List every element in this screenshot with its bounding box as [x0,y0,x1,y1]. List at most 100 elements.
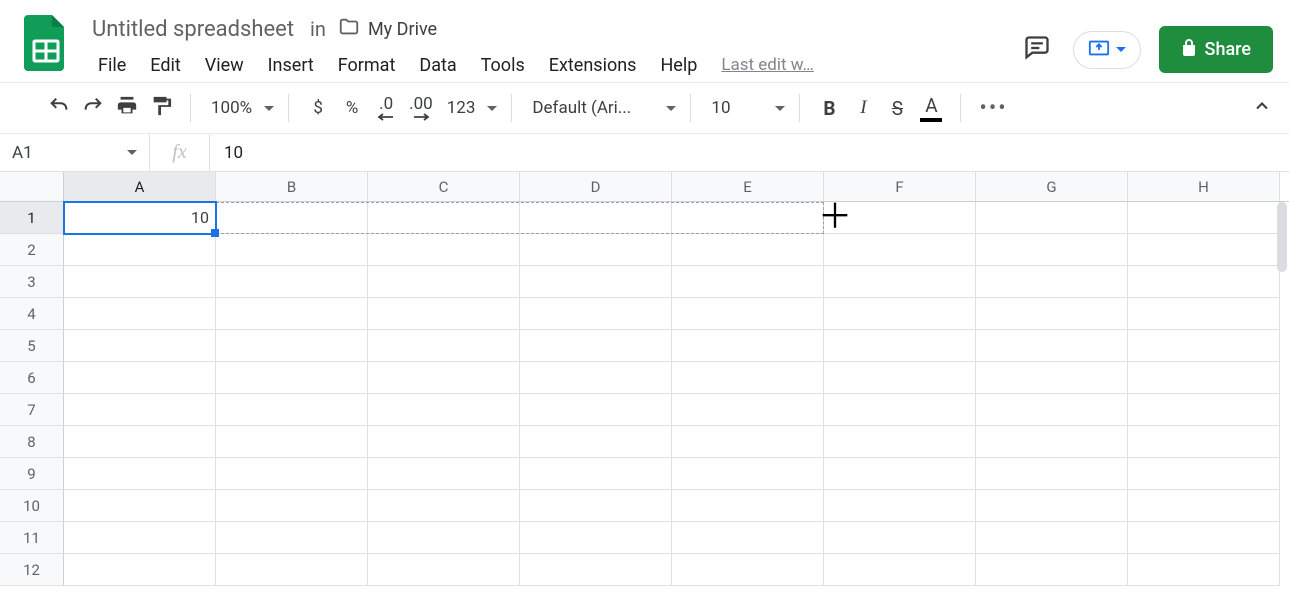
cell-B7[interactable] [216,394,368,426]
cell-F11[interactable] [824,522,976,554]
cell-B10[interactable] [216,490,368,522]
row-header-5[interactable]: 5 [0,330,64,362]
cell-B2[interactable] [216,234,368,266]
cell-A11[interactable] [64,522,216,554]
column-header-F[interactable]: F [824,172,976,201]
cell-G2[interactable] [976,234,1128,266]
cell-F3[interactable] [824,266,976,298]
cell-G10[interactable] [976,490,1128,522]
cell-D6[interactable] [520,362,672,394]
cell-F6[interactable] [824,362,976,394]
bold-button[interactable]: B [814,91,844,125]
cell-A5[interactable] [64,330,216,362]
cell-E8[interactable] [672,426,824,458]
cell-D5[interactable] [520,330,672,362]
cell-C5[interactable] [368,330,520,362]
cell-F5[interactable] [824,330,976,362]
cell-G12[interactable] [976,554,1128,586]
cell-A4[interactable] [64,298,216,330]
cell-H4[interactable] [1128,298,1280,330]
paint-format-button[interactable] [146,91,176,125]
last-edit-link[interactable]: Last edit w… [721,55,814,75]
cell-F10[interactable] [824,490,976,522]
name-box[interactable]: A1 [2,134,150,171]
cell-G5[interactable] [976,330,1128,362]
cell-A1[interactable]: 10 [64,202,216,234]
cell-C1[interactable] [368,202,520,234]
cell-E10[interactable] [672,490,824,522]
cell-B5[interactable] [216,330,368,362]
cell-D4[interactable] [520,298,672,330]
menu-help[interactable]: Help [650,51,707,80]
column-header-H[interactable]: H [1128,172,1280,201]
cell-F1[interactable] [824,202,976,234]
cell-B8[interactable] [216,426,368,458]
cell-F9[interactable] [824,458,976,490]
cell-F8[interactable] [824,426,976,458]
cell-D7[interactable] [520,394,672,426]
menu-insert[interactable]: Insert [258,51,324,80]
italic-button[interactable]: I [848,91,878,125]
cell-A12[interactable] [64,554,216,586]
cell-G6[interactable] [976,362,1128,394]
cell-B6[interactable] [216,362,368,394]
row-header-10[interactable]: 10 [0,490,64,522]
row-header-9[interactable]: 9 [0,458,64,490]
cell-A9[interactable] [64,458,216,490]
menu-extensions[interactable]: Extensions [539,51,647,80]
row-header-12[interactable]: 12 [0,554,64,586]
number-format-dropdown[interactable]: 123 [441,98,498,118]
print-button[interactable] [112,91,142,125]
cell-B9[interactable] [216,458,368,490]
cell-E2[interactable] [672,234,824,266]
folder-location[interactable]: My Drive [338,16,437,42]
cell-D2[interactable] [520,234,672,266]
menu-view[interactable]: View [195,51,254,80]
cell-G9[interactable] [976,458,1128,490]
menu-edit[interactable]: Edit [140,51,190,80]
cell-A7[interactable] [64,394,216,426]
row-header-8[interactable]: 8 [0,426,64,458]
cell-E11[interactable] [672,522,824,554]
comments-button[interactable] [1019,32,1055,68]
redo-button[interactable] [78,91,108,125]
cell-A3[interactable] [64,266,216,298]
formula-input[interactable]: 10 [210,143,1289,163]
cell-C12[interactable] [368,554,520,586]
column-header-C[interactable]: C [368,172,520,201]
undo-button[interactable] [44,91,74,125]
cell-E4[interactable] [672,298,824,330]
cell-B12[interactable] [216,554,368,586]
cell-H12[interactable] [1128,554,1280,586]
cell-G7[interactable] [976,394,1128,426]
cell-C9[interactable] [368,458,520,490]
format-percent-button[interactable]: % [337,91,367,125]
cell-H2[interactable] [1128,234,1280,266]
cell-F7[interactable] [824,394,976,426]
row-header-3[interactable]: 3 [0,266,64,298]
column-header-G[interactable]: G [976,172,1128,201]
cell-H6[interactable] [1128,362,1280,394]
share-button[interactable]: Share [1159,26,1273,73]
row-header-4[interactable]: 4 [0,298,64,330]
cell-B4[interactable] [216,298,368,330]
menu-data[interactable]: Data [409,51,466,80]
cell-E3[interactable] [672,266,824,298]
cell-H10[interactable] [1128,490,1280,522]
cell-H8[interactable] [1128,426,1280,458]
cell-A8[interactable] [64,426,216,458]
cell-G3[interactable] [976,266,1128,298]
row-header-2[interactable]: 2 [0,234,64,266]
text-color-button[interactable]: A [916,91,946,125]
cell-B11[interactable] [216,522,368,554]
cell-H1[interactable] [1128,202,1280,234]
row-header-1[interactable]: 1 [0,202,64,234]
cell-A10[interactable] [64,490,216,522]
cell-C7[interactable] [368,394,520,426]
vertical-scrollbar[interactable] [1277,202,1287,272]
cell-B1[interactable] [216,202,368,234]
strikethrough-button[interactable]: S [882,91,912,125]
format-currency-button[interactable]: $ [303,91,333,125]
cell-C4[interactable] [368,298,520,330]
cell-C6[interactable] [368,362,520,394]
